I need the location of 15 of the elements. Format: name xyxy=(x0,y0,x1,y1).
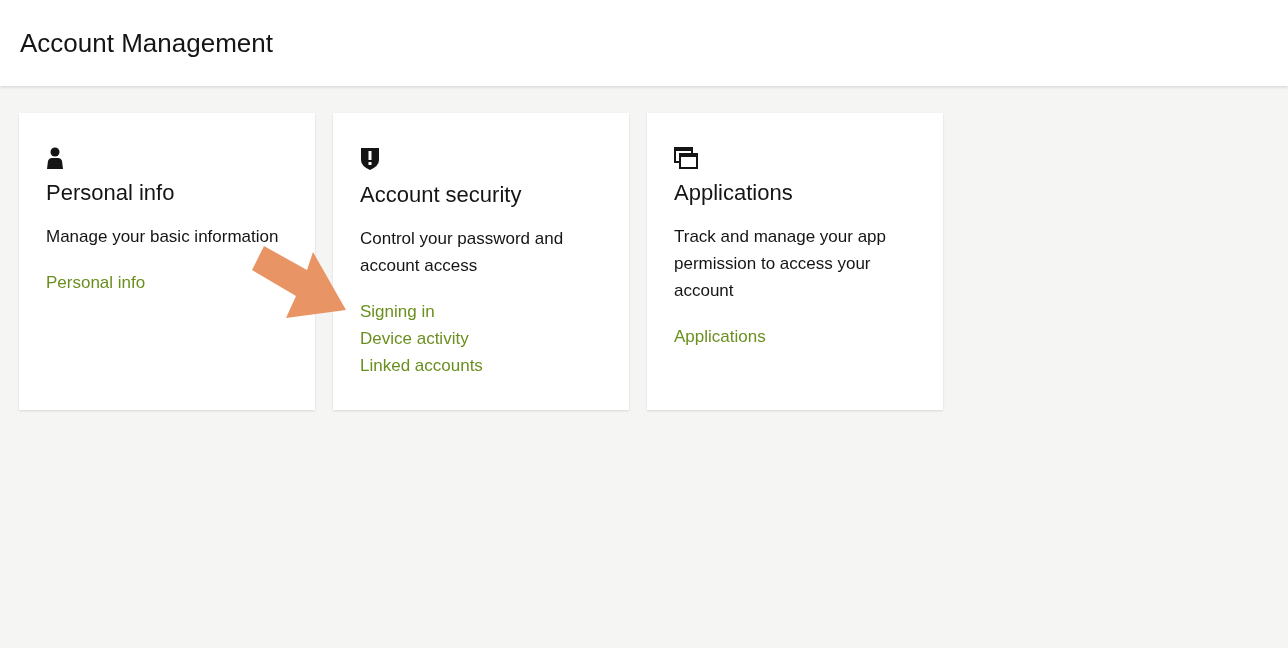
card-description: Manage your basic information xyxy=(46,226,280,248)
card-description: Track and manage your app permission to access your account xyxy=(674,226,887,302)
shield-alert-icon xyxy=(360,147,380,171)
card-title: Account security xyxy=(360,181,523,209)
card-link[interactable]: Linked accounts xyxy=(360,352,483,379)
card-title: Personal info xyxy=(46,179,176,207)
page-title: Account Management xyxy=(20,27,273,59)
card-link[interactable]: Device activity xyxy=(360,325,469,352)
windows-icon xyxy=(674,147,698,169)
card-link[interactable]: Signing in xyxy=(360,298,435,325)
card-title: Applications xyxy=(674,179,794,207)
card-link[interactable]: Applications xyxy=(674,323,766,350)
card-link[interactable]: Personal info xyxy=(46,269,146,296)
person-icon xyxy=(46,147,64,169)
card-description: Control your password and account access xyxy=(360,228,565,277)
